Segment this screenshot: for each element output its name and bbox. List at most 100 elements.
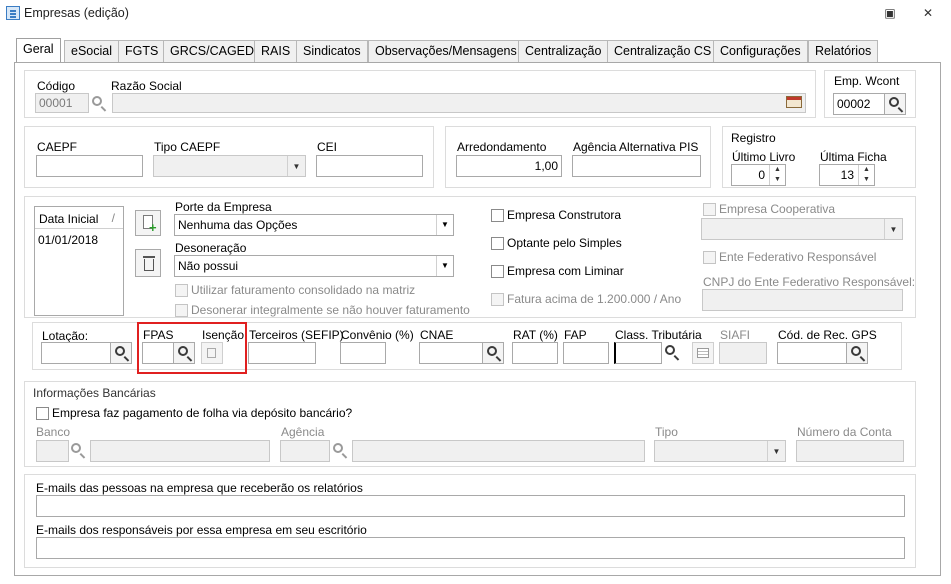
search-icon [71,443,81,453]
ultima-ficha-label: Última Ficha [820,150,887,164]
delete-button[interactable] [135,249,161,277]
tab-centralizacao[interactable]: Centralização [518,40,609,62]
chevron-down-icon: ▼ [287,156,305,176]
tipo-caepf-select[interactable]: ▼ [153,155,306,177]
desonerar-checkbox[interactable] [175,304,188,317]
search-icon [665,345,675,355]
siafi-label: SIAFI [720,328,751,342]
conta-label: Número da Conta [797,425,892,439]
emp-wcont-label: Emp. Wcont [834,74,900,88]
cei-input[interactable] [316,155,423,177]
tab-observacoes[interactable]: Observações/Mensagens [368,40,524,62]
chevron-down-icon[interactable]: ▼ [436,215,453,235]
cnpj-ente-label: CNPJ do Ente Federativo Responsável: [703,275,916,289]
search-icon [115,346,125,356]
close-icon[interactable]: ✕ [918,4,938,22]
simples-label: Optante pelo Simples [507,236,622,250]
banco-name-input[interactable] [90,440,270,462]
search-icon [487,346,497,356]
cooperativa-select[interactable]: ▼ [701,218,903,240]
emp-wcont-search-button[interactable] [884,93,906,115]
tab-esocial[interactable]: eSocial [64,40,119,62]
class-tributaria-search-button[interactable] [661,342,683,364]
fap-input[interactable] [563,342,609,364]
arredondamento-input[interactable]: 1,00 [456,155,562,177]
cnae-search-button[interactable] [482,342,504,364]
tab-grcs-caged[interactable]: GRCS/CAGED [163,40,262,62]
desonerar-label: Desonerar integralmente se não houver fa… [191,303,470,317]
search-icon [178,346,188,356]
tab-rais[interactable]: RAIS [254,40,298,62]
emp-wcont-input[interactable]: 00002 [833,93,885,115]
plus-icon: + [149,220,157,235]
grid-icon [697,348,709,358]
data-inicial-list[interactable]: Data Inicial / 01/01/2018 [34,206,124,316]
convenio-input[interactable] [340,342,386,364]
cei-label: CEI [317,140,338,154]
maximize-icon[interactable]: ▣ [880,4,900,22]
grid-button[interactable] [692,342,714,364]
terceiros-label: Terceiros (SEFIP) [249,328,344,342]
ultima-ficha-spinner[interactable]: ▲ ▼ [858,165,874,185]
tipo-caepf-label: Tipo CAEPF [154,140,221,154]
agencia-name-input[interactable] [352,440,645,462]
emails-responsaveis-input[interactable] [36,537,905,559]
deposito-checkbox[interactable] [36,407,49,420]
porte-select[interactable]: Nenhuma das Opções [174,214,454,236]
lotacao-search-button[interactable] [110,342,132,364]
utilizar-faturamento-checkbox[interactable] [175,284,188,297]
tab-centralizacao-cs[interactable]: Centralização CS [607,40,719,62]
razao-social-input[interactable] [112,93,806,113]
agencia-pis-label: Agência Alternativa PIS [573,140,699,154]
gps-input[interactable] [777,342,847,364]
cooperativa-checkbox[interactable] [703,203,716,216]
construtora-label: Empresa Construtora [507,208,622,222]
caepf-input[interactable] [36,155,143,177]
agencia-label: Agência [281,425,325,439]
data-inicial-header[interactable]: Data Inicial / [35,207,123,229]
lotacao-input[interactable] [41,342,111,364]
fpas-input[interactable] [142,342,175,364]
ultimo-livro-spinner[interactable]: ▲ ▼ [769,165,785,185]
isencao-button[interactable] [201,342,223,364]
window-title: Empresas (edição) [24,6,129,20]
cnae-input[interactable] [419,342,483,364]
conta-input[interactable] [796,440,904,462]
agencia-code-input[interactable] [280,440,330,462]
siafi-input[interactable] [719,342,767,364]
codigo-input[interactable]: 00001 [35,93,89,113]
banco-code-input[interactable] [36,440,69,462]
ente-federativo-checkbox[interactable] [703,251,716,264]
class-tributaria-input[interactable] [614,342,662,364]
desoneracao-select[interactable]: Não possui [174,255,454,277]
emails-relatorios-input[interactable] [36,495,905,517]
add-document-button[interactable]: + [135,210,161,236]
razao-social-label: Razão Social [111,79,182,93]
simples-checkbox[interactable] [491,237,504,250]
calendar-icon[interactable] [786,96,802,108]
tab-fgts[interactable]: FGTS [118,40,166,62]
fatura-checkbox[interactable] [491,293,504,306]
emails-relatorios-label: E-mails das pessoas na empresa que receb… [36,481,363,495]
gps-search-button[interactable] [846,342,868,364]
agencia-search-button[interactable] [329,440,351,462]
rat-input[interactable] [512,342,558,364]
fpas-search-button[interactable] [173,342,195,364]
codigo-search-button[interactable] [88,93,110,113]
liminar-checkbox[interactable] [491,265,504,278]
agencia-pis-input[interactable] [572,155,701,177]
tab-geral[interactable]: Geral [16,38,61,62]
list-item[interactable]: 01/01/2018 [35,229,123,251]
tab-relatorios[interactable]: Relatórios [808,40,879,62]
terceiros-input[interactable] [248,342,316,364]
cnpj-ente-input[interactable] [702,289,903,311]
tipo-select[interactable]: ▼ [654,440,786,462]
banco-search-button[interactable] [67,440,89,462]
tipo-label: Tipo [655,425,678,439]
deposito-label: Empresa faz pagamento de folha via depós… [52,406,353,420]
gps-label: Cód. de Rec. GPS [778,328,877,342]
tab-configuracoes[interactable]: Configurações [713,40,808,62]
tab-sindicatos[interactable]: Sindicatos [296,40,368,62]
construtora-checkbox[interactable] [491,209,504,222]
chevron-down-icon[interactable]: ▼ [436,256,453,276]
